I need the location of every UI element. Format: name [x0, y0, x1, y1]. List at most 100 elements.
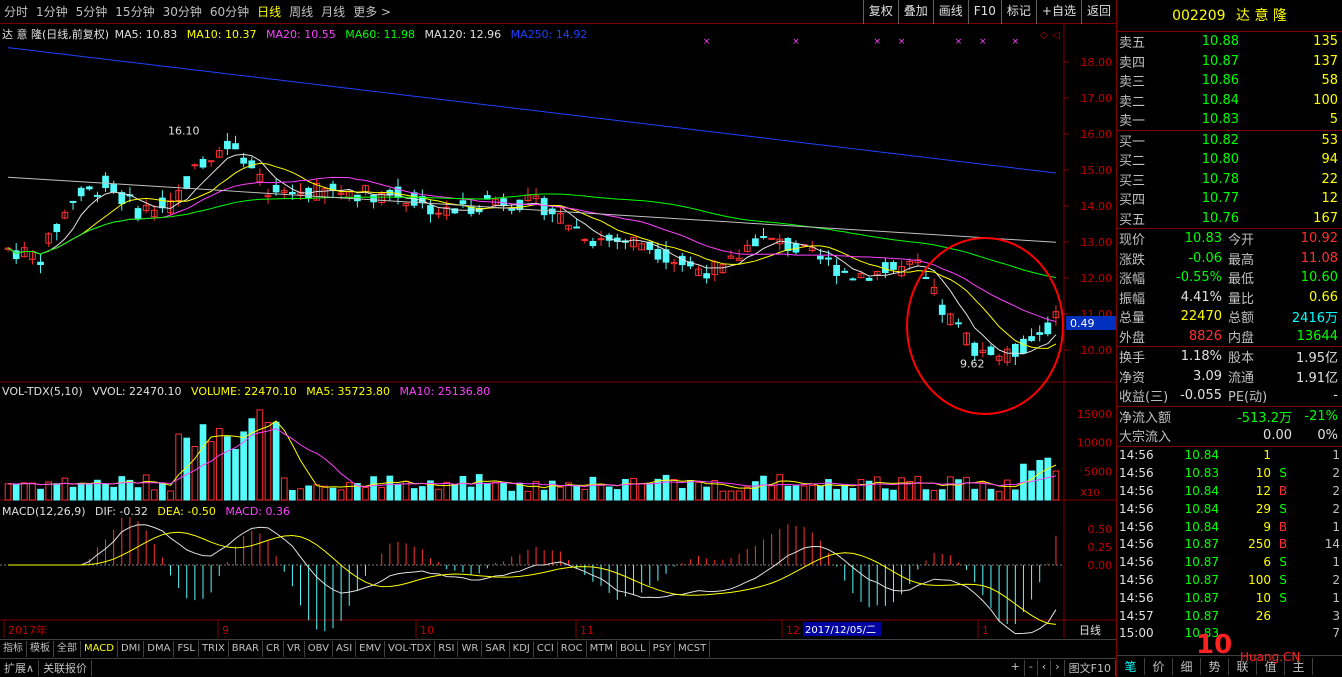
period-indicator[interactable]: 日线 [1079, 623, 1101, 637]
period-tab-1[interactable]: 1分钟 [36, 3, 68, 20]
indicator-tab-mcst-24[interactable]: MCST [675, 640, 711, 657]
period-tab-9[interactable]: 更多 > [353, 3, 391, 20]
action-button-5[interactable]: +自选 [1035, 0, 1081, 24]
period-tab-8[interactable]: 月线 [321, 3, 345, 20]
period-tab-6[interactable]: 日线 [257, 3, 281, 20]
indicator-tab-kdj-18[interactable]: KDJ [510, 640, 534, 657]
action-button-6[interactable]: 返回 [1080, 0, 1116, 24]
indicator-tab-obv-11[interactable]: OBV [305, 640, 333, 657]
indicator-tab-vr-10[interactable]: VR [284, 640, 305, 657]
asks-row[interactable]: 卖五 10.88 135 [1117, 32, 1342, 52]
tick-row[interactable]: 14:56 10.83 10 S 2 [1117, 464, 1342, 482]
tick-row[interactable]: 14:56 10.87 100 S 2 [1117, 571, 1342, 589]
kline-chart[interactable]: 18.00 17.00 16.00 15.00 14.00 13.00 12.00 11.00… [0, 24, 1116, 638]
indicator-tab-vol-tdx-14[interactable]: VOL-TDX [385, 640, 436, 657]
tick-row[interactable]: 14:56 10.87 250 B 14 [1117, 535, 1342, 553]
period-tab-0[interactable]: 分时 [4, 3, 28, 20]
indicator-tab-emv-13[interactable]: EMV [356, 640, 385, 657]
tick-row[interactable]: 14:56 10.84 9 B 1 [1117, 518, 1342, 536]
signal-marker-icon: × [1012, 37, 1020, 47]
panel-tab-3[interactable]: 势 [1201, 658, 1229, 675]
quote-value: 0.66 [1309, 289, 1338, 305]
tick-time: 14:56 [1119, 448, 1154, 463]
zoom-control-4[interactable]: 图文F10 [1065, 660, 1116, 676]
action-button-4[interactable]: 标记 [1000, 0, 1036, 24]
period-tab-5[interactable]: 60分钟 [210, 3, 249, 20]
indicator-tab-item-1[interactable]: 模板 [27, 640, 54, 657]
indicator-tab-cr-9[interactable]: CR [263, 640, 284, 657]
action-button-1[interactable]: 叠加 [897, 0, 933, 24]
indicator-tab-macd-3[interactable]: MACD [81, 640, 118, 657]
action-button-0[interactable]: 复权 [862, 0, 898, 24]
tick-row[interactable]: 14:56 10.87 10 S 1 [1117, 589, 1342, 607]
period-tab-7[interactable]: 周线 [289, 3, 313, 20]
asks-row[interactable]: 卖四 10.87 137 [1117, 52, 1342, 72]
tick-volume: 1 [1263, 448, 1271, 463]
volume-bar [118, 476, 126, 501]
indicator-tab-mtm-21[interactable]: MTM [587, 640, 617, 657]
zoom-control-2[interactable]: ‹ [1038, 660, 1052, 676]
macd-legend: MACD(12,26,9) DIF: -0.32 DEA: -0.50 MACD… [2, 505, 296, 518]
tick-count: 14 [1324, 537, 1340, 552]
indicator-tab-sar-17[interactable]: SAR [482, 640, 510, 657]
fund-label: 股本 [1228, 351, 1255, 367]
fundamental-stats: 换手 1.18% 股本 1.95亿 净资 3.09 流通 1.91亿 收益(三) -0.055 PE… [1117, 347, 1342, 407]
indicator-tab-boll-22[interactable]: BOLL [617, 640, 650, 657]
indicator-tab-dmi-4[interactable]: DMI [118, 640, 145, 657]
diamond-icon[interactable]: ◇ [1040, 30, 1048, 41]
panel-tab-1[interactable]: 价 [1145, 658, 1173, 675]
tick-row[interactable]: 14:56 10.84 12 B 2 [1117, 482, 1342, 500]
candle-body [199, 158, 207, 168]
volume-bar [29, 482, 36, 501]
indicator-tab-dma-5[interactable]: DMA [144, 640, 175, 657]
bids-row[interactable]: 买二 10.80 94 [1117, 150, 1342, 170]
fund-value: 1.95亿 [1296, 351, 1338, 367]
indicator-tab-fsl-6[interactable]: FSL [174, 640, 199, 657]
asks-row[interactable]: 卖三 10.86 58 [1117, 71, 1342, 91]
zoom-control-0[interactable]: + [1007, 660, 1025, 676]
zoom-control-1[interactable]: - [1025, 660, 1038, 676]
action-button-3[interactable]: F10 [967, 0, 1001, 24]
bids-row[interactable]: 买一 10.82 53 [1117, 131, 1342, 151]
indicator-tab-item-0[interactable]: 指标 [0, 640, 27, 657]
tick-row[interactable]: 14:57 10.87 26 3 [1117, 607, 1342, 625]
indicator-tab-brar-8[interactable]: BRAR [229, 640, 263, 657]
bids-label: 买一 [1119, 134, 1146, 150]
indicator-tab-wr-16[interactable]: WR [458, 640, 483, 657]
tick-list[interactable]: 14:56 10.84 1 1 14:56 10.83 10 S 2 14:56 10.84 12 B 2… [1117, 447, 1342, 643]
period-tab-4[interactable]: 30分钟 [163, 3, 202, 20]
indicator-tab-cci-19[interactable]: CCI [534, 640, 558, 657]
quote-value: -0.06 [1188, 250, 1222, 266]
tick-row[interactable]: 14:56 10.84 29 S 2 [1117, 500, 1342, 518]
period-tab-2[interactable]: 5分钟 [76, 3, 108, 20]
candle-body [1044, 322, 1052, 335]
bottom-tab-1[interactable]: 关联报价 [39, 660, 93, 676]
volume-bar [938, 489, 946, 501]
bids-row[interactable]: 买三 10.78 22 [1117, 170, 1342, 190]
bids-row[interactable]: 买四 10.77 12 [1117, 189, 1342, 209]
indicator-tab-asi-12[interactable]: ASI [333, 640, 357, 657]
cursor-date-text: 2017/12/05/二 [805, 625, 876, 636]
indicator-tab-roc-20[interactable]: ROC [558, 640, 587, 657]
chart-canvas[interactable]: 18.0017.0016.0015.0014.0013.0012.0011.00… [0, 24, 1116, 638]
triangle-icon[interactable]: ◁ [1052, 30, 1060, 41]
asks-row[interactable]: 卖一 10.83 5 [1117, 110, 1342, 130]
action-button-2[interactable]: 画线 [932, 0, 968, 24]
bids-row[interactable]: 买五 10.76 167 [1117, 209, 1342, 229]
panel-tab-0[interactable]: 笔 [1117, 658, 1145, 675]
panel-tab-2[interactable]: 细 [1173, 658, 1201, 675]
indicator-tab-psy-23[interactable]: PSY [650, 640, 676, 657]
asks-price: 10.87 [1201, 53, 1239, 69]
period-tab-3[interactable]: 15分钟 [115, 3, 154, 20]
indicator-tab-rsi-15[interactable]: RSI [435, 640, 459, 657]
asks-row[interactable]: 卖二 10.84 100 [1117, 91, 1342, 111]
asks-volume: 135 [1313, 34, 1338, 50]
bottom-tab-0[interactable]: 扩展∧ [0, 660, 40, 676]
indicator-tab-item-2[interactable]: 全部 [54, 640, 81, 657]
zoom-control-3[interactable]: › [1051, 660, 1065, 676]
tick-row[interactable]: 14:56 10.87 6 S 1 [1117, 553, 1342, 571]
money-flow: 净流入额 -513.2万 -21% 大宗流入 0.00 0% [1117, 407, 1342, 447]
tick-row[interactable]: 14:56 10.84 1 1 [1117, 447, 1342, 465]
indicator-tab-trix-7[interactable]: TRIX [199, 640, 229, 657]
date-label: 2017年 [8, 623, 47, 637]
